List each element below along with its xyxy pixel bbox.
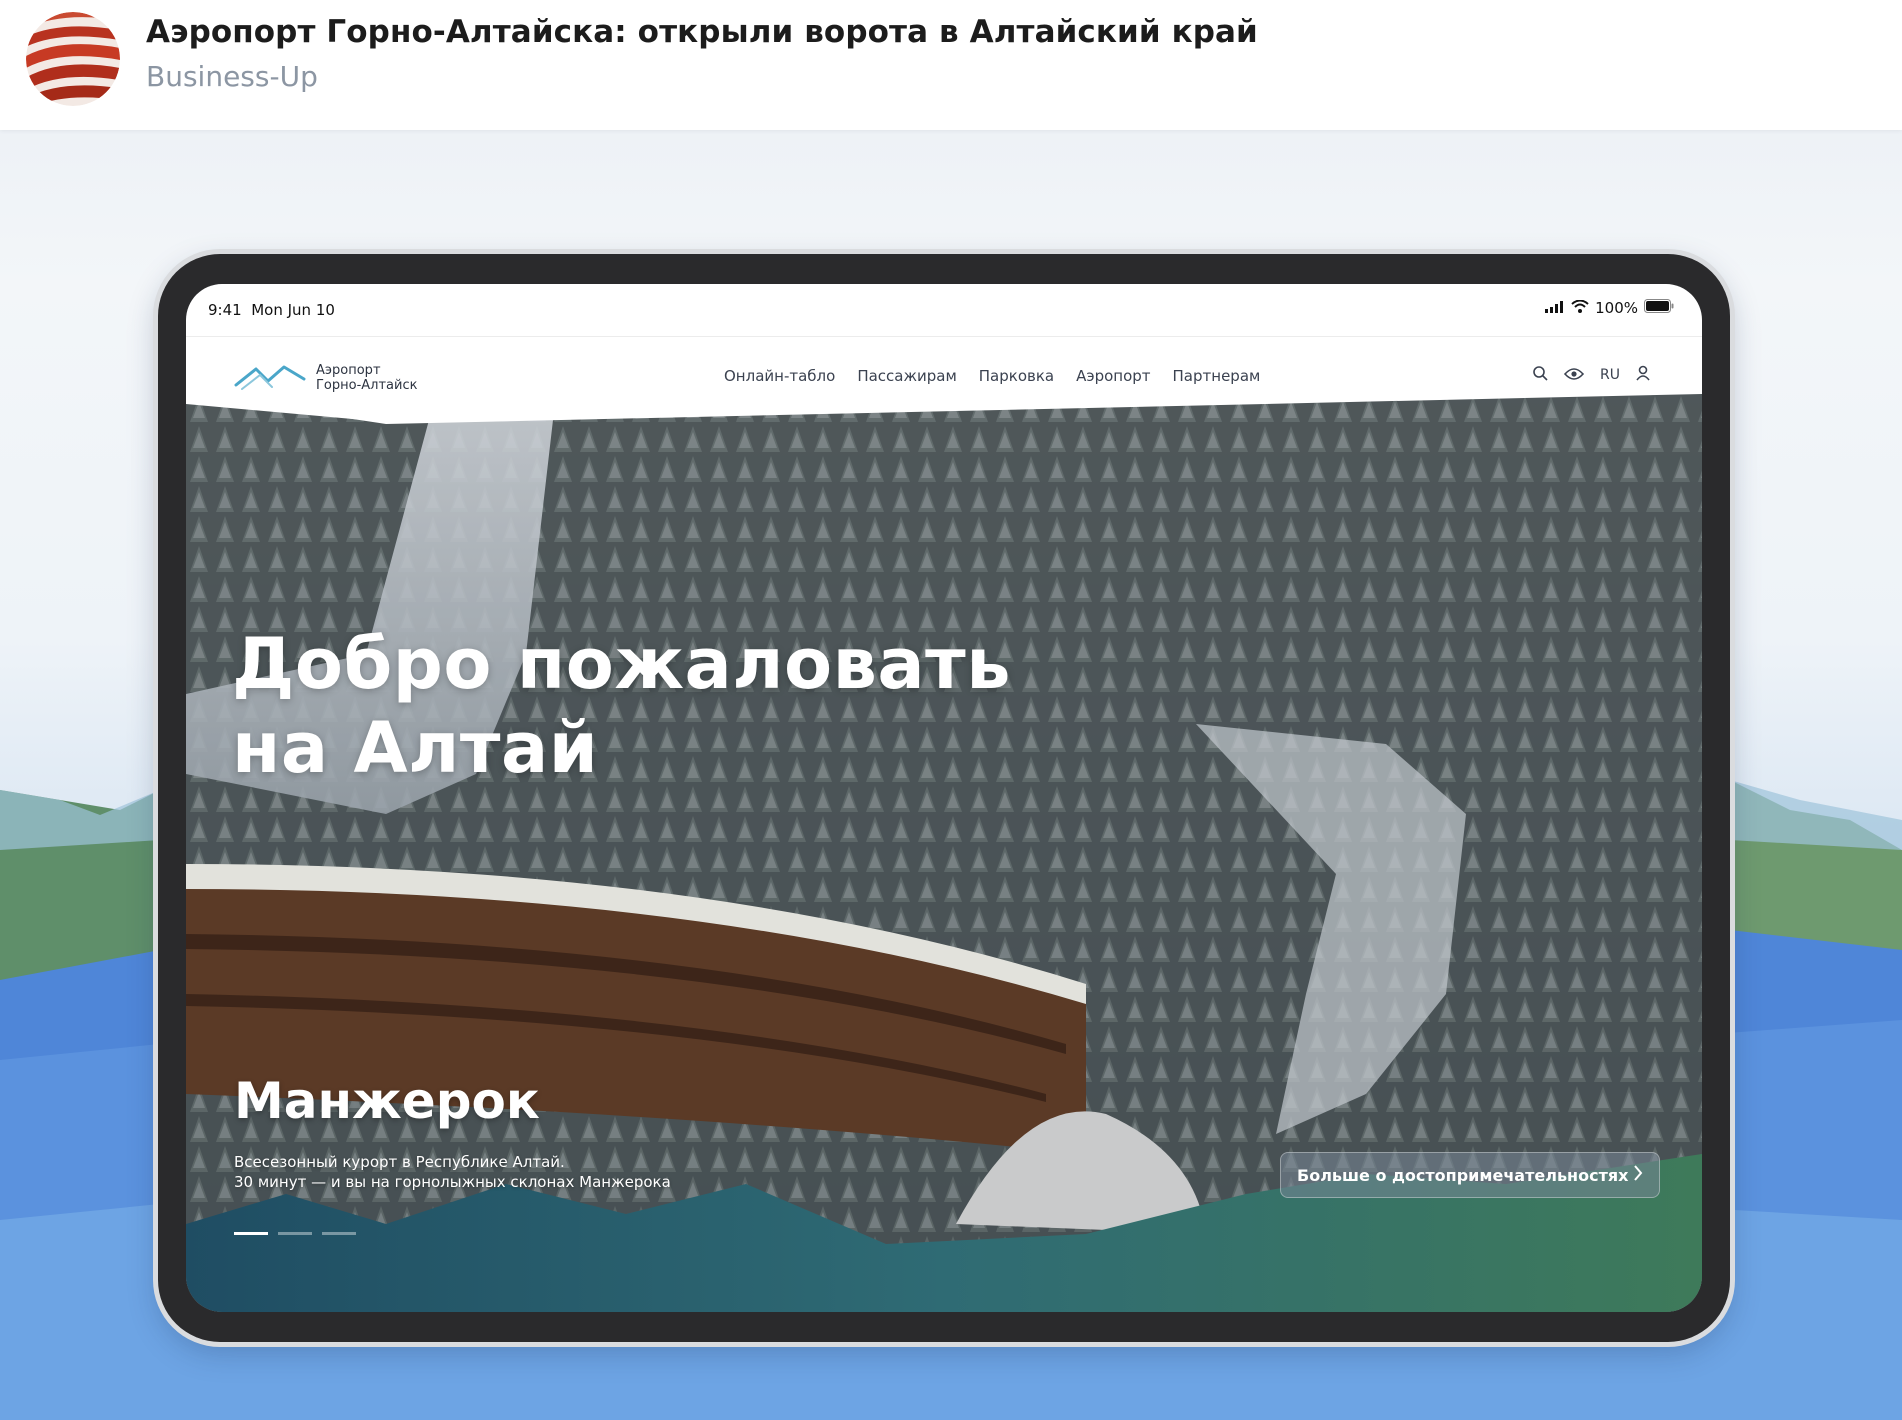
- article-header: Аэропорт Горно-Алтайска: открыли ворота …: [0, 0, 1902, 130]
- nav-parking[interactable]: Парковка: [979, 367, 1054, 385]
- slide-title: Манжерок: [234, 1072, 540, 1130]
- hero-title: Добро пожаловать на Алтай: [232, 623, 1011, 789]
- slider-dot[interactable]: [278, 1232, 312, 1235]
- wifi-icon: [1571, 299, 1589, 317]
- post-source[interactable]: Business-Up: [146, 60, 318, 93]
- nav-passengers[interactable]: Пассажирам: [857, 367, 956, 385]
- hero-section: Добро пожаловать на Алтай Манжерок Всесе…: [186, 394, 1702, 1312]
- header-tools: RU: [1532, 365, 1650, 385]
- nav-online-board[interactable]: Онлайн-табло: [724, 367, 835, 385]
- battery-icon: [1644, 299, 1674, 317]
- tablet-screen: 9:41 Mon Jun 10 100% Аэропорт Горно-Алта…: [186, 284, 1702, 1312]
- airport-logo-text: Аэропорт Горно-Алтайск: [316, 363, 418, 393]
- search-icon[interactable]: [1532, 365, 1548, 385]
- attractions-more-label: Больше о достопримечательностях: [1297, 1165, 1629, 1185]
- nav-airport[interactable]: Аэропорт: [1076, 367, 1150, 385]
- status-bar: 9:41 Mon Jun 10 100%: [186, 284, 1702, 336]
- status-indicators: 100%: [1545, 299, 1674, 317]
- tablet-frame: 9:41 Mon Jun 10 100% Аэропорт Горно-Алта…: [158, 254, 1730, 1342]
- signal-icon: [1545, 299, 1565, 317]
- user-icon[interactable]: [1636, 365, 1650, 385]
- chevron-right-icon: [1633, 1164, 1643, 1186]
- post-title[interactable]: Аэропорт Горно-Алтайска: открыли ворота …: [146, 14, 1258, 50]
- airport-logo-icon: [234, 359, 306, 397]
- slide-description: Всесезонный курорт в Республике Алтай. 3…: [234, 1153, 671, 1191]
- airport-logo[interactable]: Аэропорт Горно-Алтайск: [234, 359, 417, 397]
- language-switcher[interactable]: RU: [1600, 367, 1620, 383]
- eye-icon[interactable]: [1563, 366, 1585, 385]
- battery-percentage: 100%: [1595, 299, 1638, 317]
- main-nav: Онлайн-табло Пассажирам Парковка Аэропор…: [724, 367, 1260, 385]
- slider-dot[interactable]: [234, 1232, 268, 1235]
- slider-dot[interactable]: [322, 1232, 356, 1235]
- nav-partners[interactable]: Партнерам: [1173, 367, 1261, 385]
- attractions-more-button[interactable]: Больше о достопримечательностях: [1280, 1152, 1660, 1198]
- business-up-logo-icon[interactable]: [26, 12, 120, 106]
- status-time: 9:41 Mon Jun 10: [208, 301, 335, 319]
- slider-pagination: [234, 1232, 356, 1235]
